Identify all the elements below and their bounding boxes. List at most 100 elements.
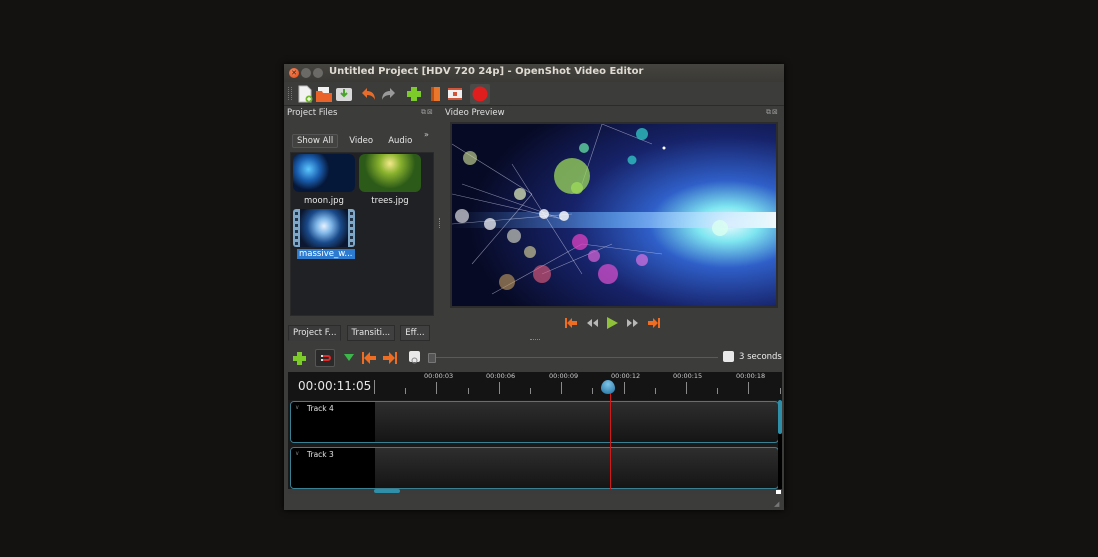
file-name: moon.jpg — [304, 196, 344, 206]
ruler-tick — [623, 382, 625, 394]
preview-image — [452, 124, 776, 306]
choose-profile-button[interactable] — [426, 85, 444, 103]
file-name: trees.jpg — [371, 196, 409, 206]
minimize-button[interactable] — [301, 68, 311, 78]
fast-forward-button[interactable] — [626, 314, 640, 327]
open-project-button[interactable] — [315, 85, 333, 103]
ruler-tick — [467, 388, 469, 394]
ruler-label: 00:00:09 — [549, 372, 579, 380]
filter-show-all[interactable]: Show All — [292, 134, 339, 148]
track-name: Track 3 — [307, 450, 334, 459]
new-project-button[interactable] — [296, 85, 314, 103]
tab-transitions[interactable]: Transiti... — [346, 325, 396, 341]
playhead-handle[interactable] — [601, 380, 615, 394]
openshot-window: ✕ Untitled Project [HDV 720 24p] - OpenS… — [284, 64, 784, 510]
ruler-tick — [686, 382, 687, 394]
skip-start-icon — [565, 318, 577, 328]
center-playhead-button[interactable] — [409, 351, 420, 364]
profile-icon — [431, 87, 440, 101]
ruler-label: 00:00:03 — [424, 372, 454, 380]
undo-icon — [362, 88, 375, 100]
fullscreen-icon — [448, 88, 462, 100]
timeline-toolbar: 3 seconds — [284, 346, 784, 370]
center-icon — [411, 357, 418, 364]
file-name-selected: massive_w... — [297, 249, 355, 259]
skip-end-icon — [648, 318, 660, 328]
save-project-button[interactable] — [335, 85, 353, 103]
ruler-tick — [779, 388, 781, 394]
video-preview-dock-buttons[interactable]: ⧉⊠ — [766, 108, 779, 117]
ruler-label: 00:00:12 — [611, 372, 641, 380]
ruler-tick — [654, 388, 656, 394]
timeline[interactable]: 00:00:11:05 00:00:03 00:00:06 00:00:09 0… — [288, 372, 782, 494]
main-toolbar — [284, 82, 784, 106]
next-marker-button[interactable] — [382, 350, 398, 364]
track-row[interactable]: ∨ Track 4 — [290, 401, 779, 443]
ruler-label: 00:00:15 — [673, 372, 703, 380]
track-header[interactable]: ∨ Track 3 — [291, 448, 375, 488]
play-button[interactable] — [605, 314, 619, 329]
zoom-slider-track[interactable] — [430, 357, 718, 358]
record-icon — [472, 86, 488, 102]
track-row[interactable]: ∨ Track 3 — [290, 447, 779, 489]
add-track-button[interactable] — [292, 350, 308, 365]
open-folder-icon — [316, 87, 332, 102]
ruler-tick — [530, 388, 531, 394]
redo-icon — [382, 88, 395, 100]
ruler-tick — [561, 382, 563, 394]
ruler-tick — [592, 388, 594, 394]
zoom-icon — [723, 351, 734, 362]
tab-effects[interactable]: Eff... — [400, 325, 430, 341]
rewind-button[interactable] — [585, 314, 599, 327]
zoom-label: 3 seconds — [739, 352, 782, 362]
jump-start-button[interactable] — [564, 314, 578, 328]
more-filters-button[interactable]: » — [424, 130, 429, 139]
file-filter-bar: Show All Video Audio — [292, 128, 418, 148]
close-button[interactable]: ✕ — [289, 68, 299, 78]
project-files-dock-buttons[interactable]: ⧉⊠ — [421, 108, 434, 117]
horizontal-scroll-thumb[interactable] — [374, 489, 400, 493]
video-preview-frame[interactable] — [450, 122, 778, 308]
zoom-slider-handle[interactable] — [428, 353, 436, 363]
close-icon: ✕ — [291, 69, 297, 77]
snapping-toggle[interactable] — [315, 349, 335, 367]
maximize-button[interactable] — [313, 68, 323, 78]
ruler-tick — [436, 382, 438, 394]
toolbar-grip[interactable] — [288, 87, 292, 100]
play-icon — [607, 317, 618, 329]
skip-start-icon — [362, 352, 376, 364]
horizontal-splitter[interactable] — [530, 339, 540, 342]
project-files-list[interactable]: moon.jpg trees.jpg massive_w... — [290, 152, 434, 316]
fullscreen-button[interactable] — [446, 85, 464, 103]
window-title: Untitled Project [HDV 720 24p] - OpenSho… — [329, 66, 644, 77]
file-thumbnail-trees — [359, 154, 421, 192]
chevron-down-icon[interactable]: ∨ — [295, 450, 299, 457]
scroll-corner — [776, 490, 781, 494]
redo-button[interactable] — [380, 85, 398, 103]
current-time: 00:00:11:05 — [298, 379, 372, 393]
chevron-down-icon[interactable]: ∨ — [295, 404, 299, 411]
vertical-splitter[interactable] — [439, 218, 442, 228]
undo-button[interactable] — [359, 85, 377, 103]
left-dock-tabs: Project F... Transiti... Eff... — [288, 320, 430, 341]
export-video-button[interactable] — [470, 84, 490, 104]
ruler-label: 00:00:18 — [736, 372, 766, 380]
track-header[interactable]: ∨ Track 4 — [291, 402, 375, 442]
import-files-button[interactable] — [405, 85, 423, 103]
filter-video[interactable]: Video — [345, 135, 377, 147]
resize-grip[interactable]: ◢ — [774, 500, 779, 508]
ruler-tick — [374, 380, 375, 394]
timeline-horizontal-scrollbar[interactable] — [288, 489, 782, 494]
ruler-tick — [498, 382, 500, 394]
jump-end-button[interactable] — [647, 314, 661, 328]
vertical-scroll-thumb[interactable] — [778, 400, 782, 434]
film-strip-icon — [293, 209, 355, 247]
timeline-vertical-scrollbar[interactable] — [778, 400, 782, 489]
filter-audio[interactable]: Audio — [384, 135, 416, 147]
ruler-tick — [405, 388, 407, 394]
add-marker-button[interactable] — [342, 350, 358, 364]
tab-project-files[interactable]: Project F... — [288, 325, 342, 341]
previous-marker-button[interactable] — [361, 350, 377, 364]
video-preview-title: Video Preview — [445, 108, 505, 118]
timeline-ruler[interactable]: 00:00:11:05 00:00:03 00:00:06 00:00:09 0… — [288, 372, 782, 400]
